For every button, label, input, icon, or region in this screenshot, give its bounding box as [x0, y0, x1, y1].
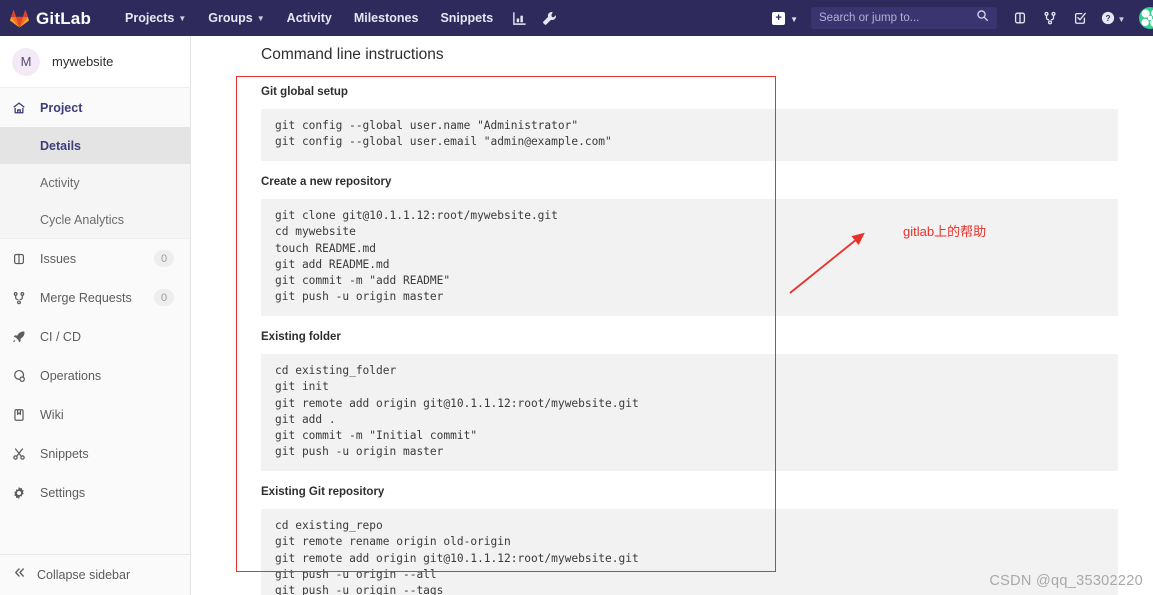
sidebar-item-operations[interactable]: Operations	[0, 356, 190, 395]
help-icon[interactable]: ? ▼	[1095, 0, 1131, 36]
nav-link-label: Groups	[208, 11, 253, 25]
scissors-icon	[12, 447, 30, 461]
chevron-down-icon: ▼	[178, 14, 187, 23]
nav-link-milestones[interactable]: Milestones	[343, 0, 430, 36]
nav-link-label: Snippets	[440, 11, 494, 25]
cli-section-existing-git-repository: Existing Git repository cd existing_repo…	[261, 486, 1118, 595]
collapse-sidebar-button[interactable]: Collapse sidebar	[0, 554, 190, 595]
home-icon	[12, 101, 30, 115]
brand-name: GitLab	[36, 8, 92, 28]
sidebar-item-activity[interactable]: Activity	[0, 164, 190, 201]
section-heading: Existing Git repository	[261, 485, 385, 498]
nav-link-activity[interactable]: Activity	[276, 0, 343, 36]
code-block[interactable]: git clone git@10.1.1.12:root/mywebsite.g…	[261, 198, 1118, 316]
chevron-down-icon: ▼	[790, 14, 798, 24]
gear-icon	[12, 486, 30, 500]
sidebar-item-project[interactable]: Project	[0, 88, 190, 127]
sidebar-item-label: Settings	[40, 485, 86, 500]
svg-text:?: ?	[1105, 13, 1110, 23]
search-placeholder: Search or jump to...	[819, 12, 920, 24]
nav-link-projects[interactable]: Projects ▼	[114, 0, 197, 36]
issues-icon	[12, 252, 30, 266]
navbar-links: Projects ▼ Groups ▼ Activity Milestones …	[114, 0, 564, 36]
rocket-icon	[12, 330, 30, 344]
sidebar-project-header[interactable]: M mywebsite	[0, 36, 190, 88]
sidebar-item-label: Issues	[40, 251, 77, 266]
sidebar-item-ci-cd[interactable]: CI / CD	[0, 317, 190, 356]
new-item-button[interactable]: + ▼	[763, 0, 807, 36]
code-block[interactable]: cd existing_folder git init git remote a…	[261, 353, 1118, 471]
merge-requests-count-badge: 0	[154, 289, 174, 306]
merge-requests-icon[interactable]	[1035, 0, 1065, 36]
cli-section-existing-folder: Existing folder cd existing_folder git i…	[261, 331, 1118, 471]
chevron-down-icon: ▼	[1117, 14, 1126, 24]
book-icon	[12, 408, 30, 422]
project-sidebar: M mywebsite Project Details Activity Cyc…	[0, 36, 191, 595]
top-navbar: GitLab Projects ▼ Groups ▼ Activity Mile…	[0, 0, 1153, 36]
operations-icon	[12, 369, 30, 383]
code-block[interactable]: git config --global user.name "Administr…	[261, 109, 1118, 161]
sidebar-project-group: Project Details Activity Cycle Analytics	[0, 88, 190, 239]
sidebar-item-snippets[interactable]: Snippets	[0, 434, 190, 473]
collapse-sidebar-label: Collapse sidebar	[37, 568, 131, 582]
wrench-admin-icon[interactable]	[534, 0, 564, 36]
sidebar-item-settings[interactable]: Settings	[0, 473, 190, 512]
nav-link-groups[interactable]: Groups ▼	[197, 0, 275, 36]
sidebar-sublist: Details Activity Cycle Analytics	[0, 127, 190, 238]
cli-section-git-global-setup: Git global setup git config --global use…	[261, 86, 1118, 161]
sidebar-item-wiki[interactable]: Wiki	[0, 395, 190, 434]
search-input[interactable]: Search or jump to...	[811, 7, 997, 29]
section-heading: Create a new repository	[261, 175, 392, 188]
page-title: Command line instructions	[261, 46, 444, 63]
search-icon	[976, 9, 989, 27]
main-content: Command line instructions Git global set…	[191, 36, 1153, 595]
sidebar-item-cycle-analytics[interactable]: Cycle Analytics	[0, 201, 190, 238]
plus-icon: +	[772, 11, 786, 25]
code-block[interactable]: cd existing_repo git remote rename origi…	[261, 508, 1118, 595]
sidebar-item-label: Project	[40, 100, 83, 115]
issues-count-badge: 0	[154, 250, 174, 267]
sidebar-item-details[interactable]: Details	[0, 127, 190, 164]
gitlab-home-link[interactable]: GitLab	[0, 9, 91, 28]
double-chevron-left-icon	[12, 566, 27, 584]
sidebar-item-label: Operations	[40, 368, 102, 383]
nav-link-label: Milestones	[353, 11, 419, 25]
sidebar-item-issues[interactable]: Issues 0	[0, 239, 190, 278]
sidebar-item-label: Merge Requests	[40, 290, 132, 305]
project-name: mywebsite	[52, 54, 114, 69]
cli-section-create-new-repository: Create a new repository git clone git@10…	[261, 176, 1118, 316]
sidebar-item-label: Wiki	[40, 407, 64, 422]
navbar-right: + ▼ Search or jump to... ? ▼	[763, 0, 1153, 36]
sidebar-item-label: Snippets	[40, 446, 89, 461]
issues-icon[interactable]	[1005, 0, 1035, 36]
section-heading: Git global setup	[261, 86, 348, 98]
chevron-down-icon: ▼	[256, 14, 265, 23]
gitlab-tanuki-icon	[10, 9, 29, 27]
nav-link-label: Activity	[286, 11, 332, 25]
sidebar-item-label: CI / CD	[40, 329, 81, 344]
analytics-chart-icon[interactable]	[504, 0, 534, 36]
project-avatar: M	[12, 47, 40, 76]
todos-icon[interactable]	[1065, 0, 1095, 36]
section-heading: Existing folder	[261, 330, 341, 343]
user-avatar[interactable]	[1139, 7, 1153, 29]
merge-request-icon	[12, 291, 30, 305]
sidebar-item-merge-requests[interactable]: Merge Requests 0	[0, 278, 190, 317]
nav-link-snippets[interactable]: Snippets	[429, 0, 504, 36]
nav-link-label: Projects	[125, 11, 175, 25]
